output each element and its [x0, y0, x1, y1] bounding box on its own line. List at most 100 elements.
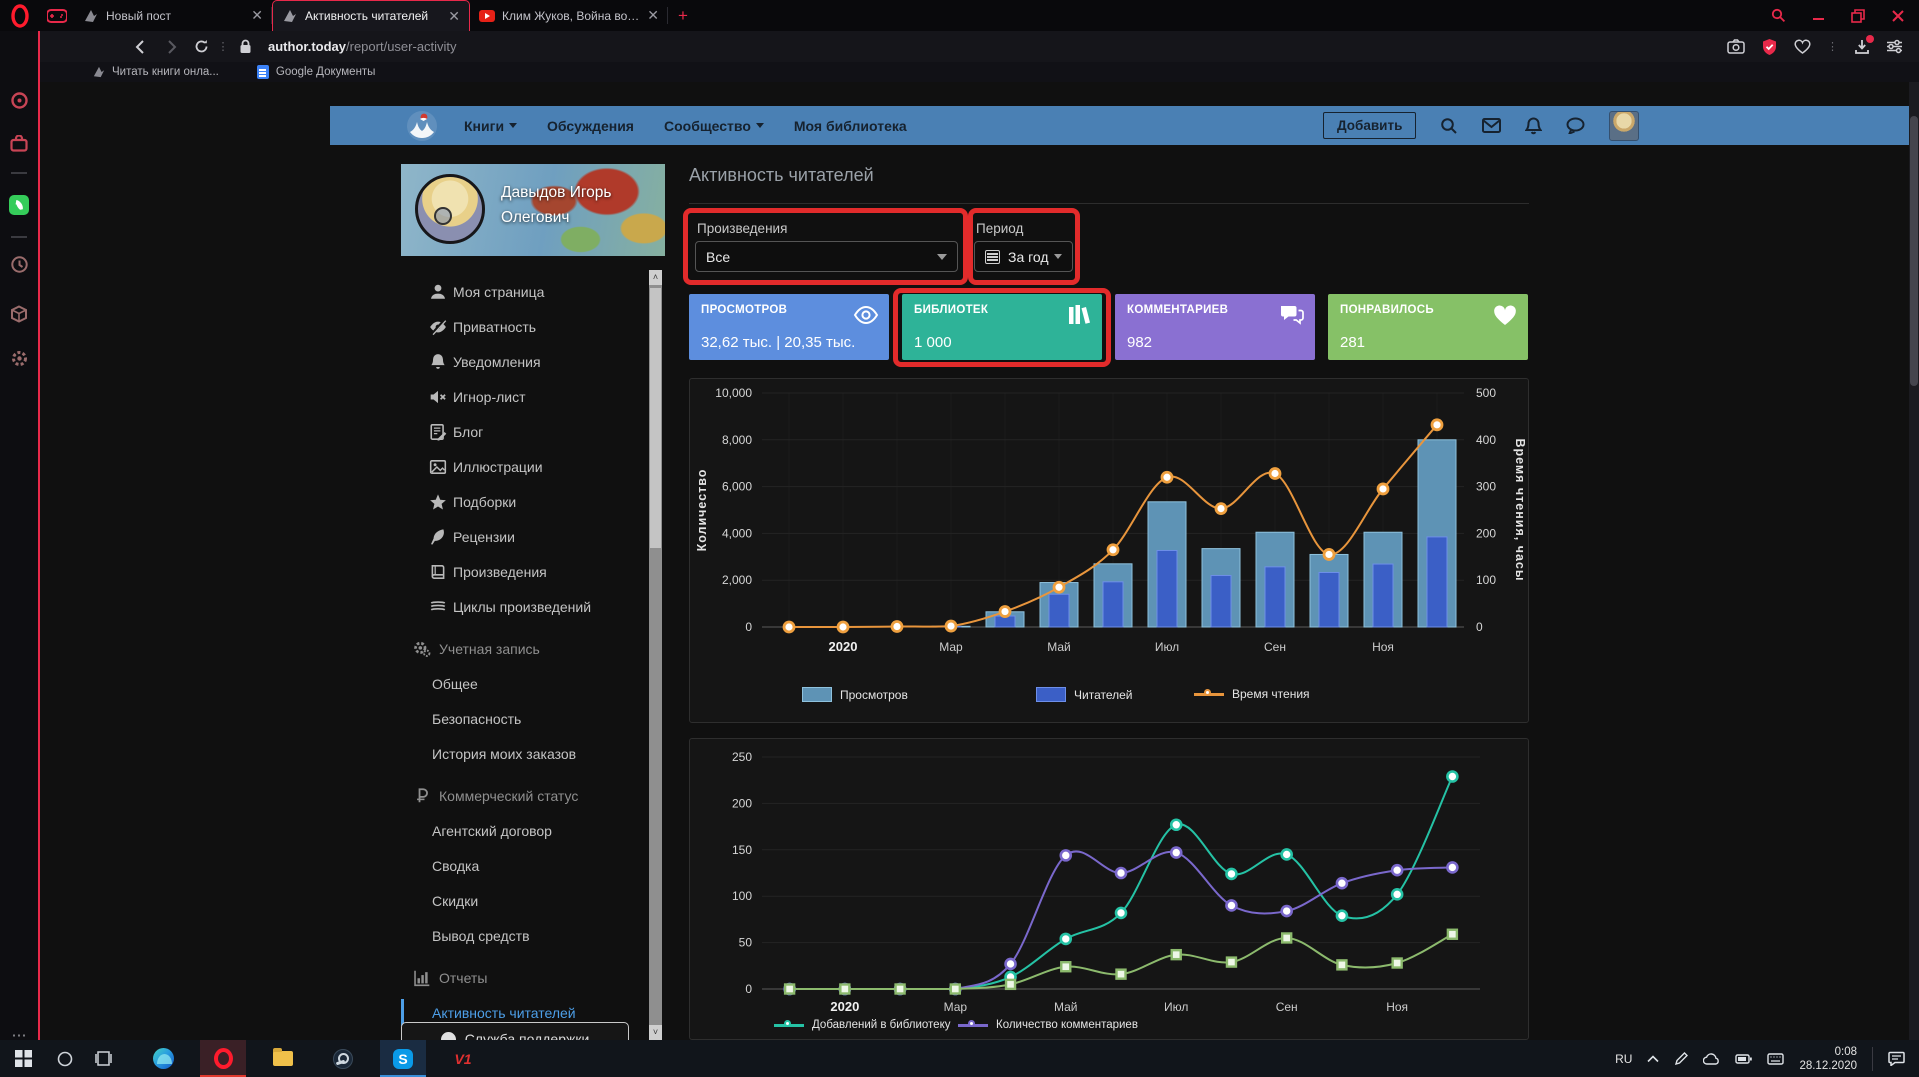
- bell-icon[interactable]: [1525, 117, 1542, 135]
- v1-app-icon[interactable]: V1: [440, 1040, 486, 1077]
- chat-icon[interactable]: [1566, 117, 1585, 134]
- blog-icon: [429, 423, 447, 441]
- page-scrollbar[interactable]: [1909, 82, 1919, 1040]
- sidebar-item-скидки[interactable]: Скидки: [401, 883, 647, 918]
- keyboard-icon[interactable]: [1767, 1053, 1784, 1065]
- site-logo[interactable]: [406, 110, 438, 142]
- profile-avatar: [415, 174, 485, 244]
- date: 28.12.2020: [1799, 1059, 1857, 1073]
- browser-tab-user-activity[interactable]: Активность читателей ✕: [272, 0, 470, 31]
- settings-tune-icon[interactable]: [1886, 39, 1903, 54]
- period-select[interactable]: За год: [974, 241, 1073, 272]
- sidebar-item-уведомления[interactable]: Уведомления: [401, 344, 647, 379]
- sidebar-item-циклы-произведений[interactable]: Циклы произведений: [401, 589, 647, 624]
- downloads-icon[interactable]: [1854, 39, 1870, 55]
- history-clock-icon[interactable]: [0, 255, 38, 274]
- sidebar-item-произведения[interactable]: Произведения: [401, 554, 647, 589]
- taskbar-clock[interactable]: 0:08 28.12.2020: [1799, 1045, 1857, 1073]
- legend-item[interactable]: Время чтения: [1194, 687, 1310, 701]
- language-indicator[interactable]: RU: [1615, 1052, 1632, 1066]
- sidebar-item-рецензии[interactable]: Рецензии: [401, 519, 647, 554]
- lock-icon[interactable]: [230, 39, 260, 54]
- edge-icon[interactable]: [140, 1040, 186, 1077]
- nav-books[interactable]: Книги: [464, 118, 517, 134]
- task-view-icon[interactable]: [84, 1040, 122, 1077]
- sidebar-scrollbar[interactable]: ˄ ˅: [649, 270, 662, 1040]
- notification-center-icon[interactable]: [1888, 1051, 1909, 1066]
- start-button[interactable]: [0, 1040, 46, 1077]
- whatsapp-icon[interactable]: [0, 195, 38, 215]
- tab-search-icon[interactable]: [1771, 8, 1786, 23]
- shield-adblock-icon[interactable]: [1761, 38, 1778, 56]
- new-tab-button[interactable]: +: [668, 0, 698, 31]
- nav-my-library[interactable]: Моя библиотека: [794, 118, 907, 134]
- svg-text:Мар: Мар: [944, 1000, 968, 1014]
- file-explorer-icon[interactable]: [260, 1040, 306, 1077]
- bookmark-google-docs[interactable]: Google Документы: [257, 65, 376, 79]
- sidebar-item-отчеты[interactable]: Отчеты: [401, 960, 647, 995]
- sidebar-item-label: Моя страница: [453, 284, 544, 300]
- sidebar-item-безопасность[interactable]: Безопасность: [401, 701, 647, 736]
- sidebar-item-подборки[interactable]: Подборки: [401, 484, 647, 519]
- steam-icon[interactable]: [320, 1040, 366, 1077]
- scrollbar-thumb[interactable]: [1910, 116, 1918, 386]
- cloud-icon[interactable]: [1703, 1053, 1720, 1065]
- battery-icon[interactable]: [1735, 1054, 1752, 1064]
- sidebar-item-игнор-лист[interactable]: Игнор-лист: [401, 379, 647, 414]
- nav-community[interactable]: Сообщество: [664, 118, 764, 134]
- svg-text:Количество: Количество: [695, 469, 709, 552]
- sidebar-item-блог[interactable]: Блог: [401, 414, 647, 449]
- legend-item[interactable]: Читателей: [1036, 687, 1133, 702]
- opera-gx-taskbar-icon[interactable]: [200, 1040, 246, 1077]
- sidebar-item-история-моих-заказов[interactable]: История моих заказов: [401, 736, 647, 771]
- sidebar-item-вывод-средств[interactable]: Вывод средств: [401, 918, 647, 953]
- works-select[interactable]: Все: [695, 241, 958, 272]
- snapshot-camera-icon[interactable]: [1727, 39, 1745, 54]
- sidebar-item-общее[interactable]: Общее: [401, 666, 647, 701]
- gear-icon[interactable]: [0, 349, 38, 368]
- tab-close-icon[interactable]: ✕: [251, 7, 263, 24]
- tray-expand-icon[interactable]: [1647, 1055, 1659, 1063]
- scroll-up-icon[interactable]: ˄: [649, 270, 662, 285]
- search-icon[interactable]: [1440, 117, 1458, 135]
- gx-corner-icon[interactable]: [40, 0, 74, 31]
- browser-tab-new-post[interactable]: Новый пост ✕: [74, 0, 272, 31]
- nav-discussions[interactable]: Обсуждения: [547, 118, 634, 134]
- tab-close-icon[interactable]: ✕: [647, 7, 659, 24]
- sidebar-item-моя-страница[interactable]: Моя страница: [401, 274, 647, 309]
- back-icon[interactable]: [126, 40, 156, 54]
- support-button[interactable]: Служба поддержки: [401, 1022, 629, 1040]
- legend-item[interactable]: Количество комментариев: [958, 1019, 1138, 1031]
- reload-icon[interactable]: [186, 39, 216, 54]
- legend-item[interactable]: Просмотров: [802, 687, 908, 702]
- skype-icon[interactable]: S: [380, 1040, 426, 1077]
- profile-card[interactable]: Давыдов ИгорьОлегович: [401, 164, 665, 256]
- opera-menu-icon[interactable]: [0, 0, 40, 31]
- sidebar-item-коммерческий-статус[interactable]: Коммерческий статус: [401, 778, 647, 813]
- sidebar-item-сводка[interactable]: Сводка: [401, 848, 647, 883]
- gx-store-icon[interactable]: [0, 135, 38, 152]
- minimize-icon[interactable]: [1812, 9, 1825, 22]
- avatar[interactable]: [1609, 111, 1639, 141]
- sidebar-item-агентский-договор[interactable]: Агентский договор: [401, 813, 647, 848]
- url-text[interactable]: author.today/report/user-activity: [268, 39, 457, 54]
- sidebar-item-иллюстрации[interactable]: Иллюстрации: [401, 449, 647, 484]
- browser-tab-youtube[interactable]: Клим Жуков, Война во Вь ✕: [470, 0, 668, 31]
- restore-icon[interactable]: [1851, 9, 1865, 23]
- search-circle-icon[interactable]: [46, 1040, 84, 1077]
- favorites-heart-icon[interactable]: [1794, 39, 1811, 54]
- extensions-box-icon[interactable]: [0, 305, 38, 323]
- speed-dial-icon[interactable]: [0, 91, 38, 110]
- sidebar-item-приватность[interactable]: Приватность: [401, 309, 647, 344]
- close-icon[interactable]: [1891, 9, 1905, 23]
- mail-icon[interactable]: [1482, 118, 1501, 133]
- scrollbar-thumb[interactable]: [650, 288, 661, 548]
- legend-item[interactable]: Добавлений в библиотеку: [774, 1019, 950, 1031]
- pen-icon[interactable]: [1674, 1052, 1688, 1066]
- add-button[interactable]: Добавить: [1323, 112, 1416, 139]
- scroll-down-icon[interactable]: ˅: [649, 1025, 662, 1040]
- bookmark-author-today[interactable]: Читать книги онла...: [93, 66, 219, 78]
- sidebar-item-учетная-запись[interactable]: Учетная запись: [401, 631, 647, 666]
- tab-close-icon[interactable]: ✕: [448, 8, 460, 25]
- forward-icon[interactable]: [156, 40, 186, 54]
